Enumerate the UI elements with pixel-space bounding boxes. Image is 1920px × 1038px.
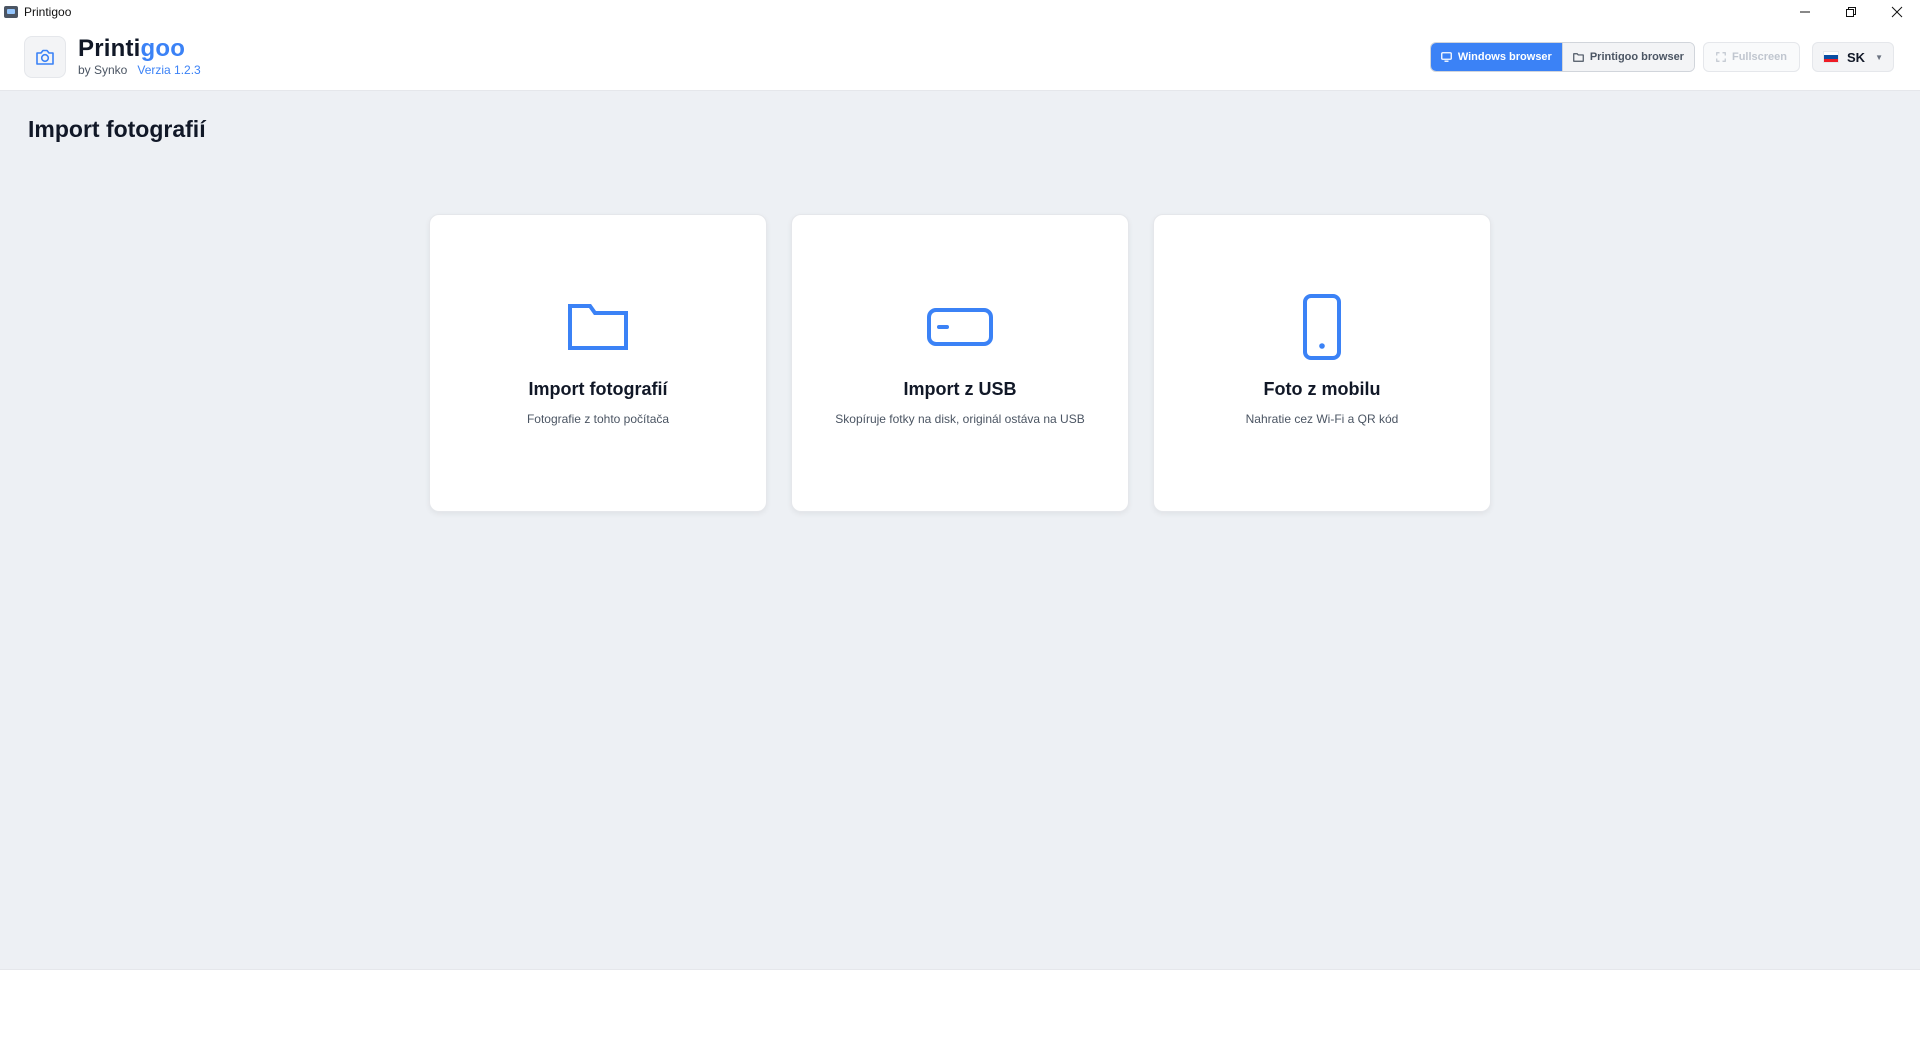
brand-name-part1: Printi [78,35,141,62]
browser-mode-toggle: Windows browser Printigoo browser [1429,42,1695,72]
usb-drive-icon [927,308,993,346]
windows-browser-label: Windows browser [1457,51,1552,63]
window-titlebar: Printigoo [0,0,1920,23]
footer [0,969,1920,1038]
minimize-icon [1800,11,1810,12]
by-line: by Synko [78,63,128,77]
minimize-button[interactable] [1782,0,1828,23]
import-usb-card[interactable]: Import z USB Skopíruje fotky na disk, or… [791,214,1129,512]
app-icon [4,5,18,18]
fullscreen-label: Fullscreen [1731,51,1787,63]
mobile-phone-icon [1303,294,1341,360]
slovak-flag-icon [1823,51,1840,63]
windows-browser-button[interactable]: Windows browser [1430,43,1562,71]
card-icon-wrapper [567,293,629,361]
monitor-icon [1440,52,1452,62]
card-icon-wrapper [1302,293,1342,361]
fullscreen-icon [1716,52,1726,62]
window-title: Printigoo [24,4,72,19]
flag-stripe-red [1824,58,1839,62]
language-select[interactable]: SK ▼ [1812,42,1894,72]
card-title: Import fotografií [528,379,668,399]
close-icon [1891,6,1903,17]
restore-button[interactable] [1828,0,1874,23]
card-title: Foto z mobilu [1263,379,1381,399]
caret-down-icon: ▼ [1875,52,1883,62]
app-header: Printigoo by Synko Verzia 1.2.3 Windows … [0,23,1920,91]
language-code: SK [1847,49,1866,65]
card-title: Import z USB [903,379,1017,399]
printigoo-browser-button[interactable]: Printigoo browser [1561,43,1694,71]
restore-icon [1846,6,1856,17]
card-description: Skopíruje fotky na disk, originál ostáva… [835,412,1085,426]
brand-name-part2: goo [140,35,186,62]
folder-small-icon [1572,52,1584,62]
brand-name: Printigoo [78,36,201,62]
close-button[interactable] [1874,0,1920,23]
printigoo-browser-label: Printigoo browser [1589,51,1684,63]
folder-icon [568,304,628,350]
camera-icon [36,49,54,65]
card-icon-wrapper [926,293,994,361]
import-options: Import fotografií Fotografie z tohto poč… [429,214,1491,512]
window-controls [1782,0,1920,23]
card-description: Nahratie cez Wi-Fi a QR kód [1245,412,1399,426]
fullscreen-button[interactable]: Fullscreen [1702,42,1800,72]
brand-subline: by Synko Verzia 1.2.3 [78,63,201,77]
logo-button[interactable] [24,36,66,78]
page-title: Import fotografií [28,116,206,142]
brand: Printigoo by Synko Verzia 1.2.3 [78,36,201,78]
import-photos-card[interactable]: Import fotografií Fotografie z tohto poč… [429,214,767,512]
card-description: Fotografie z tohto počítača [526,412,670,426]
main-area: Import fotografií Import fotografií Foto… [0,91,1920,969]
header-toolbar: Windows browser Printigoo browser Fullsc… [1429,42,1894,72]
mobile-photo-card[interactable]: Foto z mobilu Nahratie cez Wi-Fi a QR kó… [1153,214,1491,512]
version-label: Verzia 1.2.3 [137,63,201,77]
